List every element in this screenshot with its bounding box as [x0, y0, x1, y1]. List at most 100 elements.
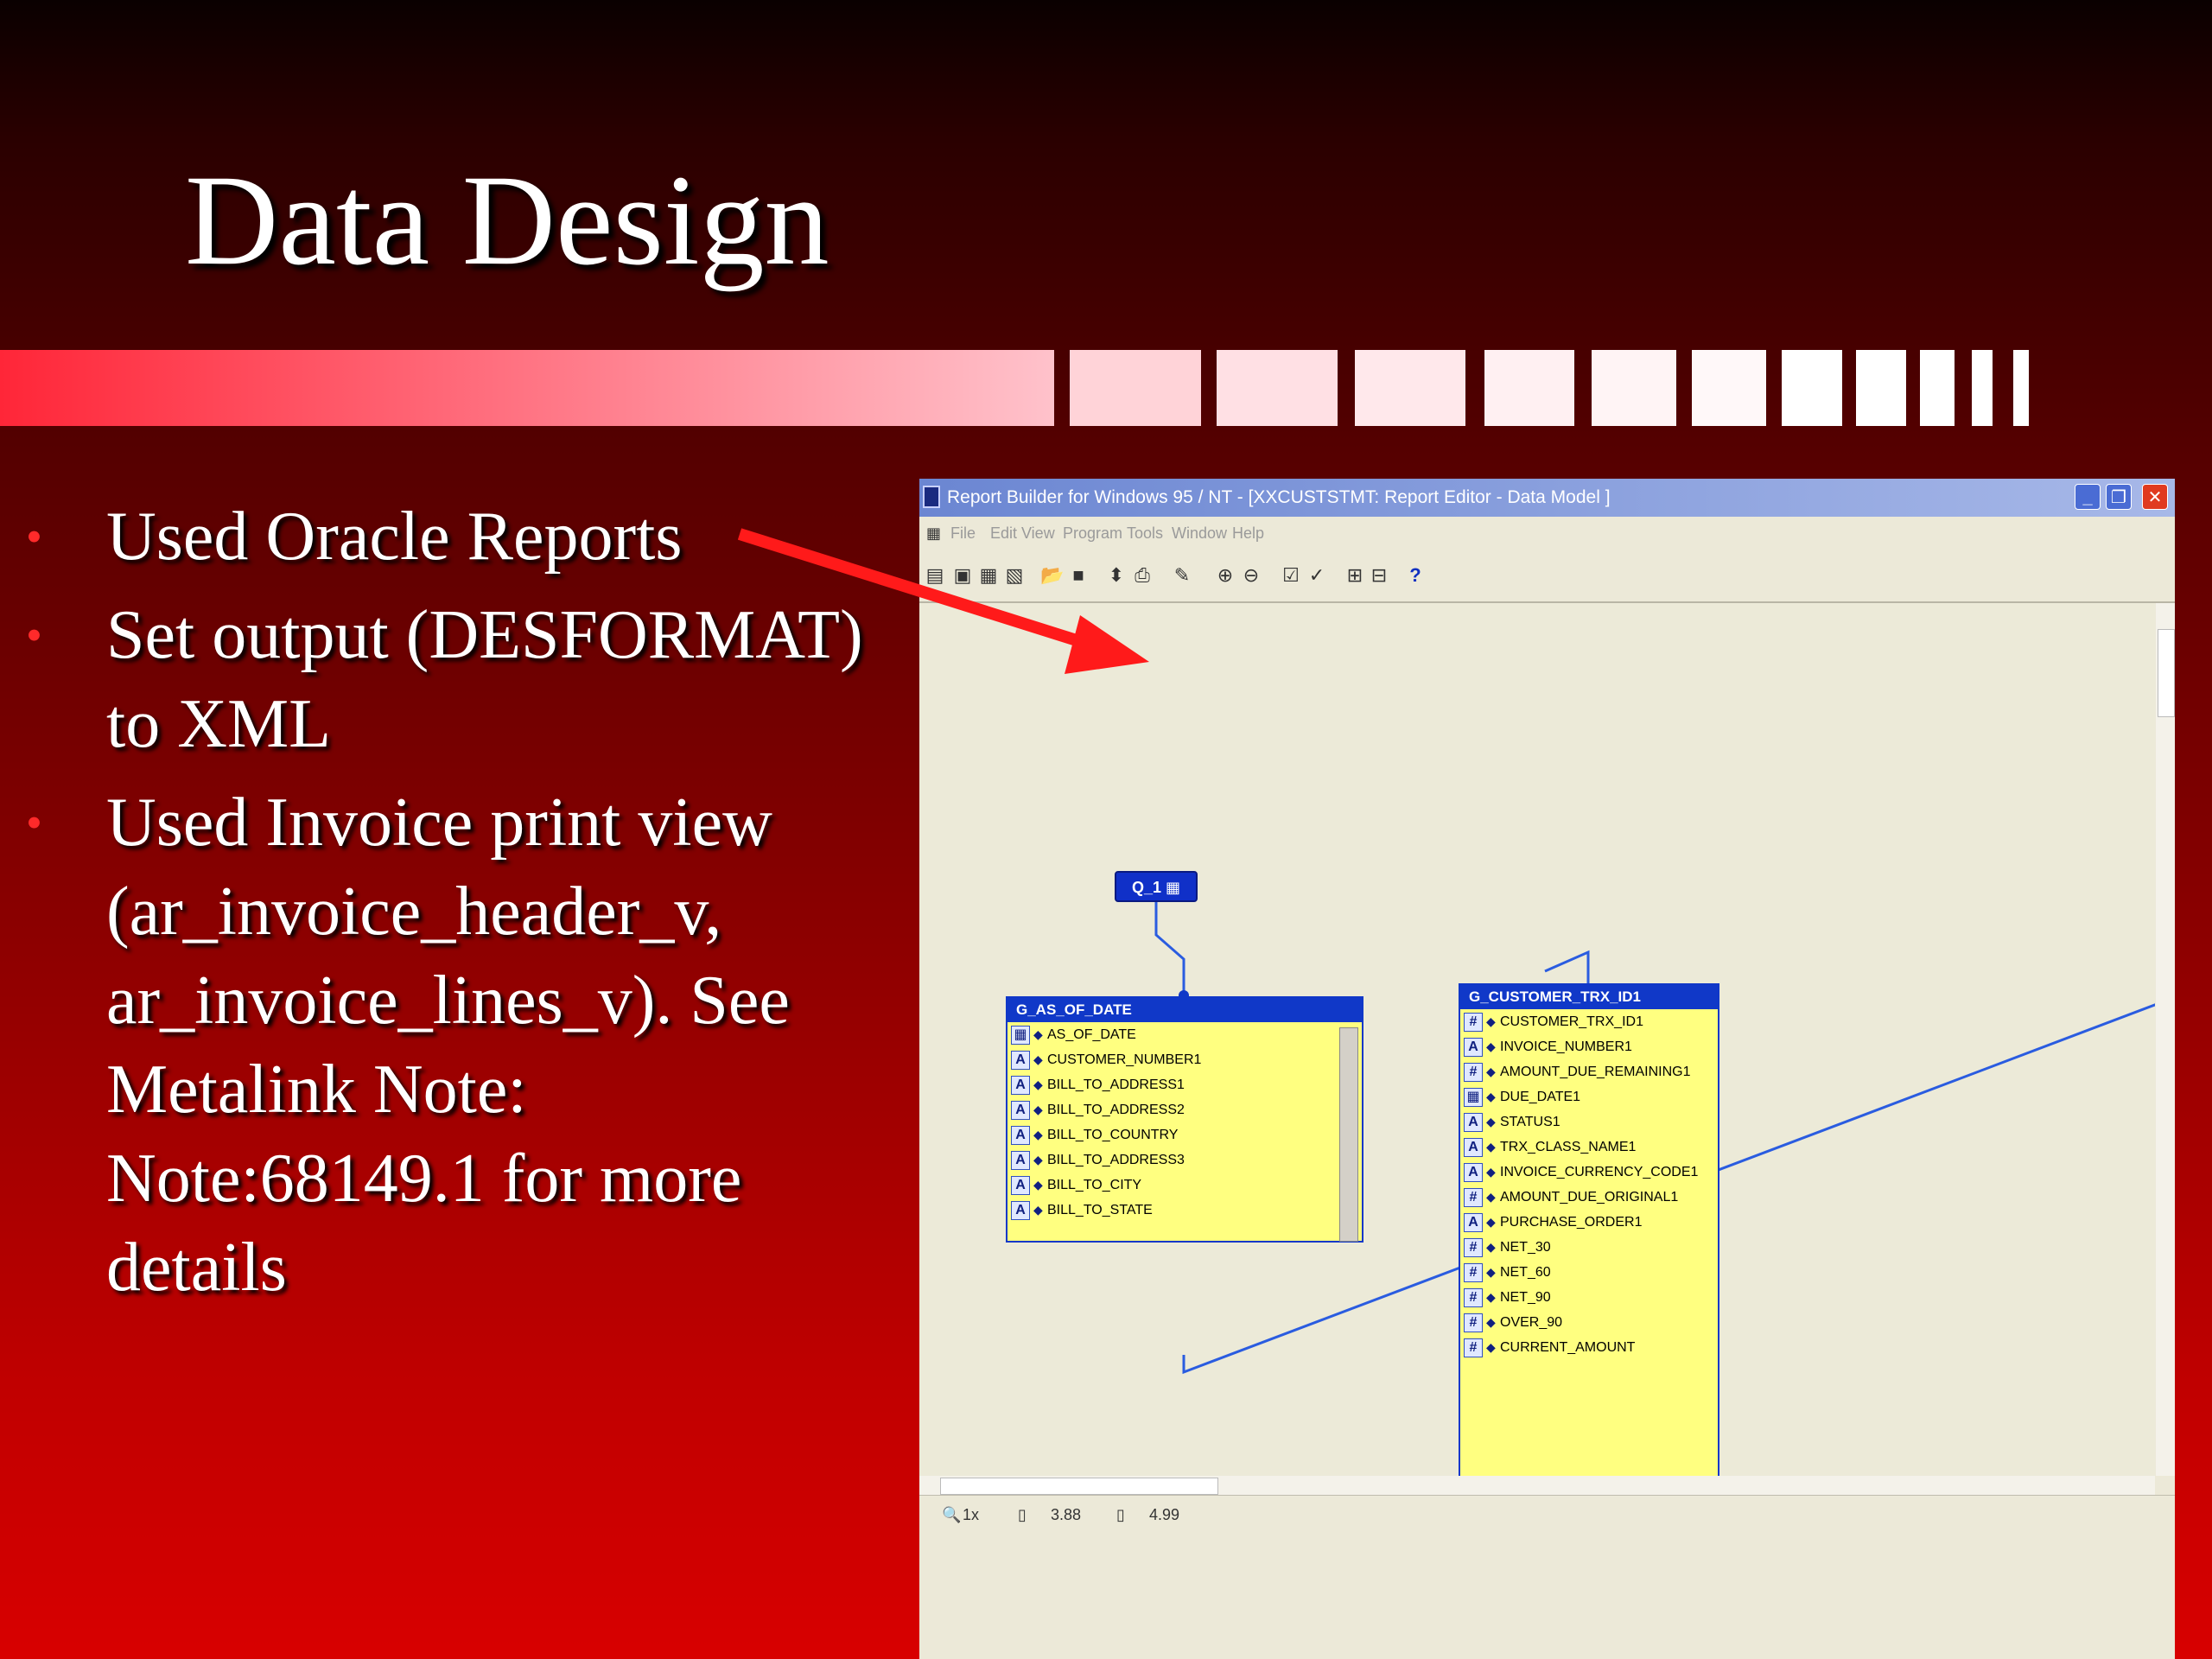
window-titlebar[interactable]: Report Builder for Windows 95 / NT - [XX… [919, 479, 2175, 517]
column-row[interactable]: ▦ ◆ AS_OF_DATE [1007, 1022, 1362, 1047]
column-marker-icon: ◆ [1033, 1052, 1043, 1066]
char-type-icon: A [1011, 1176, 1030, 1195]
y-position-icon: ▯ [1116, 1506, 1125, 1523]
column-row[interactable]: A ◆ BILL_TO_ADDRESS1 [1007, 1072, 1362, 1097]
number-type-icon: # [1464, 1313, 1483, 1332]
menu-bar: ▦ File Edit View Program Tools Window He… [919, 517, 2175, 550]
column-row[interactable]: A ◆ BILL_TO_COUNTRY [1007, 1122, 1362, 1147]
column-row[interactable]: A ◆ TRX_CLASS_NAME1 [1460, 1135, 1718, 1160]
column-marker-icon: ◆ [1033, 1178, 1043, 1192]
char-type-icon: A [1011, 1151, 1030, 1170]
column-marker-icon: ◆ [1486, 1165, 1496, 1179]
menu-view[interactable]: View [1021, 524, 1055, 543]
column-name: AS_OF_DATE [1047, 1027, 1136, 1042]
column-marker-icon: ◆ [1486, 1240, 1496, 1254]
toolbar: ▤ ▣ ▦ ▧ 📂 ■ ⬍ ⎙ ✎ ⊕ ⊖ ☑ ✓ ⊞ ⊟ ? [919, 550, 2175, 603]
column-marker-icon: ◆ [1486, 1215, 1496, 1229]
edit-icon[interactable]: ✓ [1305, 563, 1329, 588]
vertical-scrollbar[interactable] [2156, 603, 2175, 1476]
app-icon [923, 486, 940, 508]
stripe-block [1856, 350, 1906, 426]
group-link-tail [1544, 950, 1590, 987]
save-icon[interactable]: ■ [1066, 563, 1090, 588]
column-name: DUE_DATE1 [1500, 1090, 1581, 1104]
menu-program[interactable]: Program [1063, 524, 1122, 543]
column-row[interactable]: # ◆ NET_60 [1460, 1260, 1718, 1285]
minimize-button[interactable]: _ [2075, 484, 2101, 510]
column-row[interactable]: A ◆ CUSTOMER_NUMBER1 [1007, 1047, 1362, 1072]
column-name: TRX_CLASS_NAME1 [1500, 1140, 1637, 1154]
mail-icon[interactable]: ✎ [1170, 563, 1194, 588]
number-type-icon: # [1464, 1288, 1483, 1307]
collapse-icon[interactable]: ⊟ [1367, 563, 1391, 588]
column-row[interactable]: # ◆ AMOUNT_DUE_REMAINING1 [1460, 1059, 1718, 1084]
property-icon[interactable]: ☑ [1279, 563, 1303, 588]
parameter-form-icon[interactable]: ▧ [1002, 563, 1027, 588]
close-button[interactable]: ✕ [2142, 484, 2168, 510]
zoom-out-icon[interactable]: ⊖ [1239, 563, 1263, 588]
group-g-customer-trx-id1[interactable]: G_CUSTOMER_TRX_ID1 # ◆ CUSTOMER_TRX_ID1 A ◆ I… [1459, 983, 1719, 1554]
restore-button[interactable]: ❐ [2106, 484, 2132, 510]
data-model-canvas[interactable]: Q_1 ▦ G_AS_OF_DATE ▦ ◆ AS_OF_DATE A ◆ CUSTOME… [919, 603, 2155, 1554]
column-row[interactable]: # ◆ OVER_90 [1460, 1310, 1718, 1335]
stripe-block [1070, 350, 1201, 426]
report-builder-window: Report Builder for Windows 95 / NT - [XX… [919, 479, 2175, 1659]
menu-tools[interactable]: Tools [1127, 524, 1163, 543]
report-wizard-icon[interactable]: ▤ [923, 563, 947, 588]
bullet-icon: • [26, 609, 42, 661]
scroll-thumb[interactable] [940, 1478, 1218, 1495]
column-row[interactable]: ▦ ◆ DUE_DATE1 [1460, 1084, 1718, 1109]
bullet-icon: • [26, 511, 42, 563]
x-position: 3.88 [1051, 1506, 1082, 1523]
help-icon[interactable]: ? [1403, 563, 1427, 588]
menu-window[interactable]: Window [1172, 524, 1227, 543]
layout-model-icon[interactable]: ▦ [976, 563, 1001, 588]
number-type-icon: # [1464, 1338, 1483, 1357]
bullet-item: • Used Oracle Reports [0, 493, 899, 582]
column-row[interactable]: A ◆ BILL_TO_STATE [1007, 1198, 1362, 1223]
query-q1[interactable]: Q_1 ▦ [1115, 871, 1198, 902]
column-row[interactable]: # ◆ CUSTOMER_TRX_ID1 [1460, 1009, 1718, 1034]
column-marker-icon: ◆ [1486, 1014, 1496, 1028]
column-row[interactable]: A ◆ PURCHASE_ORDER1 [1460, 1210, 1718, 1235]
group-scrollbar[interactable] [1339, 1027, 1358, 1242]
column-row[interactable]: A ◆ INVOICE_NUMBER1 [1460, 1034, 1718, 1059]
column-row[interactable]: A ◆ STATUS1 [1460, 1109, 1718, 1135]
zoom-in-icon[interactable]: ⊕ [1213, 563, 1237, 588]
scroll-thumb[interactable] [2158, 629, 2175, 717]
char-type-icon: A [1011, 1101, 1030, 1120]
data-model-icon[interactable]: ▣ [950, 563, 975, 588]
stripe-block [1217, 350, 1338, 426]
column-row[interactable]: # ◆ NET_30 [1460, 1235, 1718, 1260]
column-name: PURCHASE_ORDER1 [1500, 1215, 1643, 1230]
menu-help[interactable]: Help [1232, 524, 1264, 543]
column-row[interactable]: # ◆ CURRENT_AMOUNT [1460, 1335, 1718, 1360]
char-type-icon: A [1011, 1051, 1030, 1070]
column-row[interactable]: A ◆ BILL_TO_ADDRESS3 [1007, 1147, 1362, 1173]
date-type-icon: ▦ [1011, 1026, 1030, 1045]
print-icon[interactable]: ⎙ [1130, 563, 1154, 588]
char-type-icon: A [1011, 1126, 1030, 1145]
y-position: 4.99 [1149, 1506, 1180, 1523]
column-name: BILL_TO_CITY [1047, 1178, 1142, 1192]
column-row[interactable]: A ◆ INVOICE_CURRENCY_CODE1 [1460, 1160, 1718, 1185]
expand-icon[interactable]: ⊞ [1343, 563, 1367, 588]
column-name: BILL_TO_ADDRESS2 [1047, 1103, 1185, 1117]
column-name: CURRENT_AMOUNT [1500, 1340, 1636, 1355]
column-row[interactable]: # ◆ AMOUNT_DUE_ORIGINAL1 [1460, 1185, 1718, 1210]
menu-edit[interactable]: Edit [990, 524, 1017, 543]
column-row[interactable]: A ◆ BILL_TO_ADDRESS2 [1007, 1097, 1362, 1122]
column-row[interactable]: A ◆ BILL_TO_CITY [1007, 1173, 1362, 1198]
menu-file[interactable]: File [950, 524, 976, 543]
column-name: NET_30 [1500, 1240, 1551, 1255]
group-g-as-of-date[interactable]: G_AS_OF_DATE ▦ ◆ AS_OF_DATE A ◆ CUSTOMER_NUMB… [1006, 996, 1363, 1243]
column-marker-icon: ◆ [1486, 1140, 1496, 1154]
column-row[interactable]: # ◆ NET_90 [1460, 1285, 1718, 1310]
run-icon[interactable]: ⬍ [1104, 563, 1128, 588]
zoom-level: 1x [963, 1506, 980, 1523]
horizontal-scrollbar[interactable] [919, 1476, 2155, 1495]
bullet-list: • Used Oracle Reports • Set output (DESFOR… [0, 493, 899, 1322]
open-folder-icon[interactable]: 📂 [1040, 563, 1065, 588]
column-marker-icon: ◆ [1486, 1039, 1496, 1053]
char-type-icon: A [1464, 1213, 1483, 1232]
